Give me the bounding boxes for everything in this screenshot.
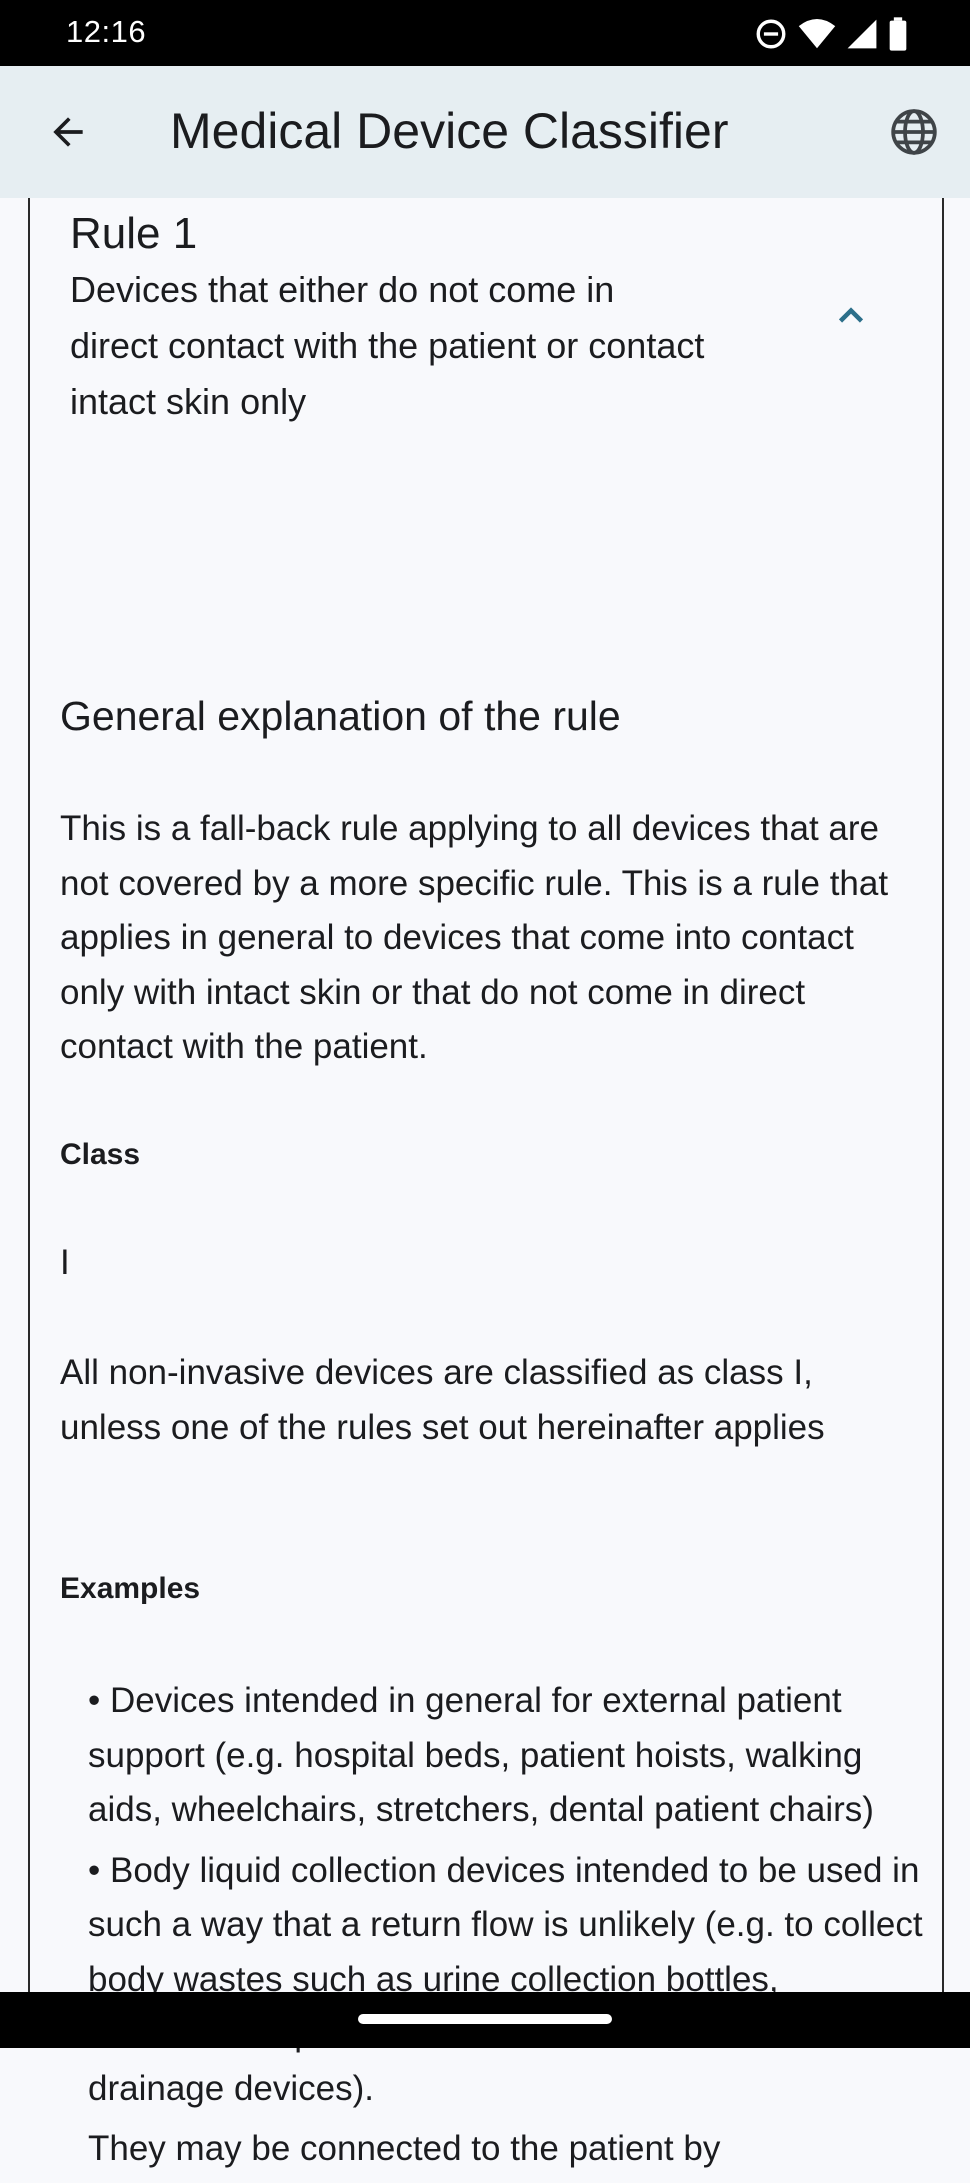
status-bar: 12:16: [0, 0, 970, 66]
globe-icon: [891, 109, 937, 155]
do-not-disturb-icon: [756, 19, 786, 49]
back-button[interactable]: [38, 102, 98, 162]
collapse-button[interactable]: [826, 290, 876, 340]
status-icons: [754, 16, 908, 52]
chevron-up-icon: [838, 307, 864, 323]
app-title: Medical Device Classifier: [170, 103, 729, 159]
language-button[interactable]: [884, 102, 944, 162]
class-label: Class: [60, 1138, 141, 1171]
navigation-bar: [0, 1992, 970, 2048]
cell-signal-icon: [847, 19, 877, 49]
list-item: They may be connected to the patient by: [88, 2129, 721, 2168]
home-gesture-handle[interactable]: [358, 2014, 612, 2024]
examples-label: Examples: [60, 1572, 201, 1605]
class-value: I: [60, 1243, 70, 1282]
app-bar: Medical Device Classifier: [0, 66, 970, 198]
explanation-text: This is a fall-back rule applying to all…: [60, 809, 889, 1066]
list-item: • Body liquid collection devices intende…: [88, 1850, 923, 2108]
examples-list: • Devices intended in general for extern…: [88, 1674, 928, 2183]
rule-title: Rule 1: [70, 209, 198, 258]
explanation-heading: General explanation of the rule: [60, 693, 621, 739]
class-text: All non-invasive devices are classified …: [60, 1353, 825, 1447]
status-time: 12:16: [66, 14, 147, 49]
rule-header[interactable]: Rule 1 Devices that either do not come i…: [70, 206, 890, 430]
rule-card: Rule 1 Devices that either do not come i…: [28, 198, 944, 2168]
list-item: • Devices intended in general for extern…: [88, 1681, 874, 1829]
wifi-icon: [798, 18, 836, 49]
rule-subtitle: Devices that either do not come in direc…: [70, 269, 705, 422]
battery-icon: [889, 17, 907, 51]
arrow-back-icon: [53, 117, 83, 147]
